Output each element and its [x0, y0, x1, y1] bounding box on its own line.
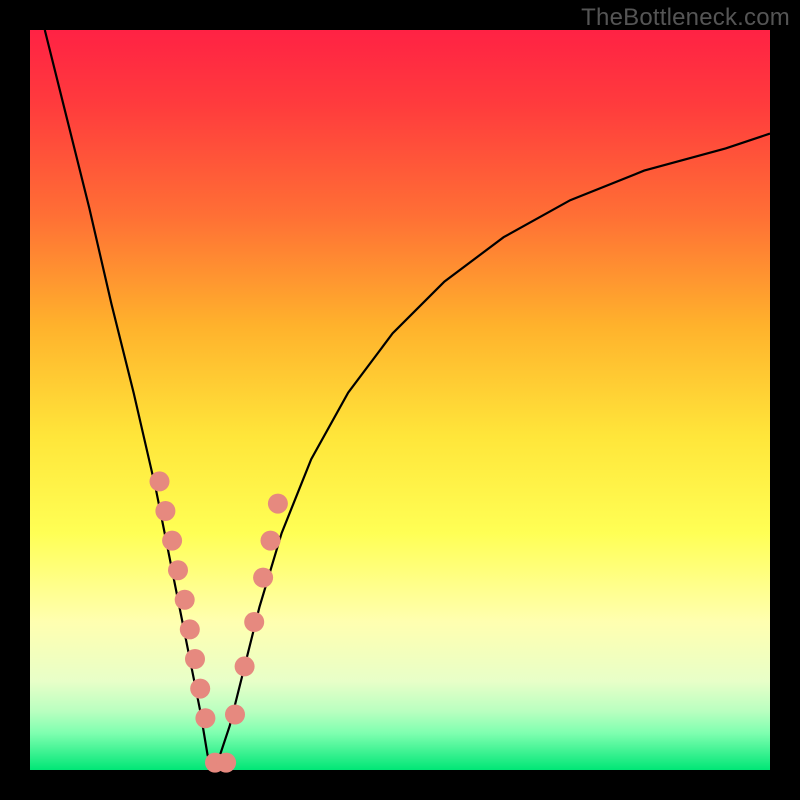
scatter-dot	[261, 531, 281, 551]
scatter-dot	[180, 619, 200, 639]
watermark-text: TheBottleneck.com	[581, 4, 790, 32]
curve-svg	[30, 30, 770, 770]
scatter-dot	[162, 531, 182, 551]
scatter-dot	[155, 501, 175, 521]
scatter-dot	[175, 590, 195, 610]
chart-frame: TheBottleneck.com	[0, 0, 800, 800]
scatter-dot	[225, 705, 245, 725]
curve-right	[215, 134, 770, 770]
scatter-dot	[185, 649, 205, 669]
scatter-dot	[268, 494, 288, 514]
plot-area	[30, 30, 770, 770]
scatter-dot	[195, 708, 215, 728]
scatter-dot	[168, 560, 188, 580]
scatter-dot	[253, 568, 273, 588]
scatter-dot	[216, 753, 236, 773]
scatter-dot	[244, 612, 264, 632]
scatter-dot	[150, 471, 170, 491]
scatter-dot	[190, 679, 210, 699]
scatter-dots	[150, 471, 288, 772]
scatter-dot	[235, 656, 255, 676]
